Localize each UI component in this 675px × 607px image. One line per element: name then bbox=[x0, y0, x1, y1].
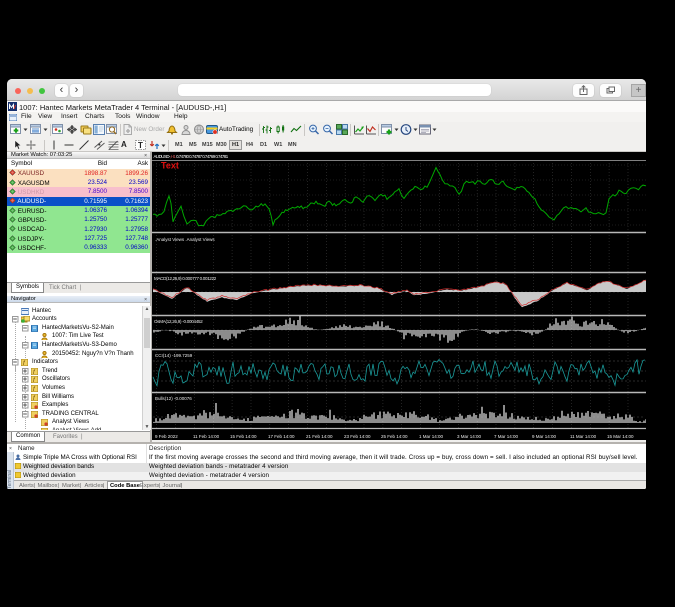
svg-text:7 Mar 14:00: 7 Mar 14:00 bbox=[494, 434, 519, 439]
svg-text:3 Mar 14:00: 3 Mar 14:00 bbox=[457, 434, 482, 439]
svg-text:23 Feb 14:00: 23 Feb 14:00 bbox=[344, 434, 371, 439]
svg-text:15 Mar 14:00: 15 Mar 14:00 bbox=[607, 434, 634, 439]
svg-text:9 Feb 2022: 9 Feb 2022 bbox=[155, 434, 178, 439]
svg-text:17 Feb 14:00: 17 Feb 14:00 bbox=[268, 434, 295, 439]
svg-text:Bulls(12) -0.00076: Bulls(12) -0.00076 bbox=[155, 396, 192, 401]
svg-text:25 Feb 14:00: 25 Feb 14:00 bbox=[381, 434, 408, 439]
svg-text:AUDUSD-,H1 0.74780 0.74787 0.: AUDUSD-,H1 0.74780 0.74787 0.74769 0.747… bbox=[154, 154, 229, 159]
svg-text:11 Mar 14:00: 11 Mar 14:00 bbox=[570, 434, 597, 439]
svg-text:.Analyst Views .Analyst Views: .Analyst Views .Analyst Views bbox=[155, 237, 215, 242]
svg-text:11 Feb 14:00: 11 Feb 14:00 bbox=[193, 434, 220, 439]
svg-text:15 Feb 14:00: 15 Feb 14:00 bbox=[230, 434, 257, 439]
svg-text:21 Feb 14:00: 21 Feb 14:00 bbox=[306, 434, 333, 439]
svg-text:1 Mar 14:00: 1 Mar 14:00 bbox=[419, 434, 444, 439]
svg-text:OsMA(12,26,9) -0.0004452: OsMA(12,26,9) -0.0004452 bbox=[154, 319, 203, 324]
svg-text:9 Mar 14:00: 9 Mar 14:00 bbox=[532, 434, 557, 439]
svg-text:Text: Text bbox=[161, 161, 179, 171]
svg-text:CCI(14) -199.7259: CCI(14) -199.7259 bbox=[155, 353, 193, 358]
svg-text:MACD(12,26,9) 0.000777 0.00122: MACD(12,26,9) 0.000777 0.001222 bbox=[154, 276, 217, 281]
svg-text:T: T bbox=[138, 141, 143, 150]
